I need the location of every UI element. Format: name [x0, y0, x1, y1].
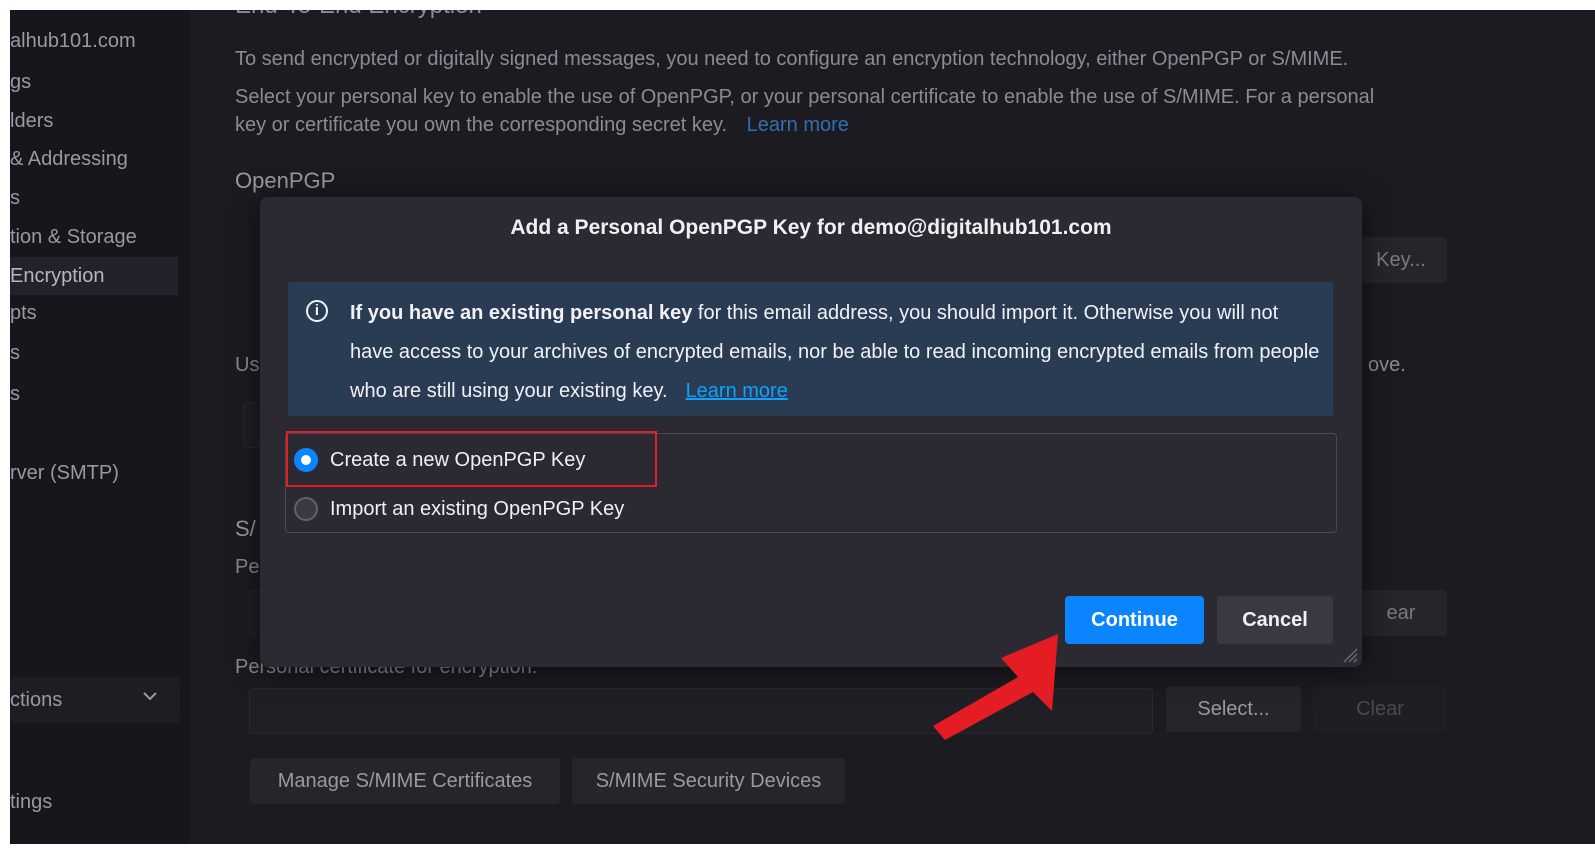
sidebar-item-settings[interactable]: gs [10, 71, 31, 94]
clear-signing-button[interactable]: ear [1355, 590, 1447, 636]
personal-cert-signing-label: Pe [235, 556, 260, 578]
sidebar-item-smtp[interactable]: rver (SMTP) [10, 462, 119, 485]
section-title: End-To-End Encryption [235, 10, 482, 20]
sidebar-item-encryption[interactable]: Encryption [10, 257, 178, 295]
openpgp-heading: OpenPGP [235, 168, 336, 193]
account-actions-label: ctions [10, 689, 63, 711]
add-openpgp-key-dialog: Add a Personal OpenPGP Key for demo@digi… [260, 197, 1362, 667]
add-key-button[interactable]: Key... [1355, 237, 1447, 283]
sidebar-item-settings-bottom[interactable]: tings [10, 791, 52, 814]
info-learn-more-link[interactable]: Learn more [686, 380, 788, 402]
description-line-2: Select your personal key to enable the u… [235, 86, 1375, 108]
above-text-fragment: ove. [1368, 354, 1406, 376]
sidebar-item-misc-2[interactable]: s [10, 383, 20, 406]
info-message: If you have an existing personal key for… [350, 294, 1325, 411]
select-cert-button[interactable]: Select... [1166, 686, 1301, 732]
learn-more-link[interactable]: Learn more [747, 114, 849, 136]
dialog-title: Add a Personal OpenPGP Key for demo@digi… [510, 216, 1112, 239]
sidebar-item-receipts[interactable]: pts [10, 302, 37, 325]
info-banner: i If you have an existing personal key f… [288, 282, 1333, 416]
manage-smime-certificates-button[interactable]: Manage S/MIME Certificates [250, 758, 560, 804]
use-text-fragment: Us [235, 354, 260, 376]
sidebar-item-addressing[interactable]: & Addressing [10, 148, 128, 171]
account-settings-sidebar: alhub101.com gs lders & Addressing s tio… [10, 10, 190, 844]
info-bold-text: If you have an existing personal key [350, 302, 693, 324]
smime-heading: S/ [235, 516, 256, 541]
info-circle-icon: i [306, 300, 328, 322]
sidebar-account-actions[interactable]: ctions [10, 677, 180, 723]
sidebar-item-storage[interactable]: tion & Storage [10, 226, 137, 249]
resize-grip-icon[interactable] [1340, 645, 1358, 663]
sidebar-item-folders[interactable]: lders [10, 110, 53, 133]
description-line-1: To send encrypted or digitally signed me… [235, 48, 1349, 70]
cancel-button[interactable]: Cancel [1217, 596, 1333, 644]
red-arrow-annotation [933, 634, 1058, 740]
description-line-3: key or certificate you own the correspon… [235, 114, 849, 137]
chevron-down-icon [142, 677, 158, 723]
highlight-annotation-box [286, 431, 657, 487]
radio-unselected-icon[interactable] [294, 497, 318, 521]
continue-button[interactable]: Continue [1065, 596, 1204, 644]
sidebar-item-junk[interactable]: s [10, 187, 20, 210]
clear-cert-button[interactable]: Clear [1313, 686, 1447, 732]
option-import-existing-key[interactable]: Import an existing OpenPGP Key [294, 489, 624, 529]
sidebar-item-account[interactable]: alhub101.com [10, 30, 136, 53]
option-import-label: Import an existing OpenPGP Key [330, 497, 625, 520]
sidebar-item-misc-1[interactable]: s [10, 342, 20, 365]
smime-security-devices-button[interactable]: S/MIME Security Devices [572, 758, 845, 804]
description-line-3-text: key or certificate you own the correspon… [235, 114, 728, 136]
